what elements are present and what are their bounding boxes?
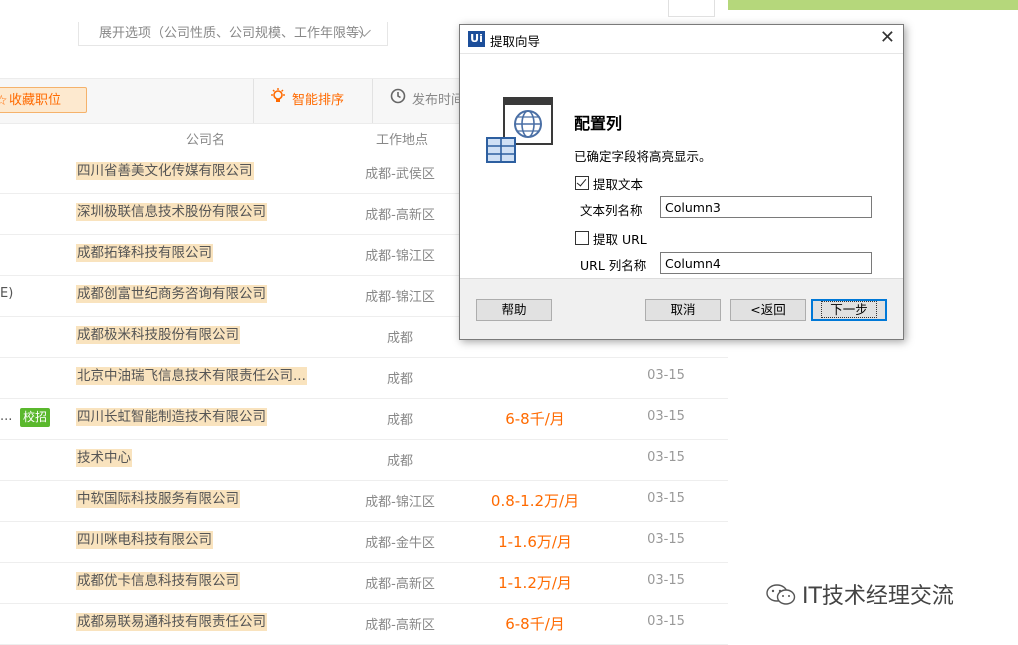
publish-date: 03-15 bbox=[647, 614, 685, 629]
company-name-link[interactable]: 成都创富世纪商务咨询有限公司 bbox=[76, 285, 267, 303]
table-row[interactable]: 四川咪电科技有限公司 成都-金牛区 1-1.6万/月 03-15 bbox=[0, 521, 728, 563]
extract-text-label: 提取文本 bbox=[593, 177, 644, 192]
help-button[interactable]: 帮助 bbox=[476, 299, 552, 321]
sort-publish-label: 发布时间 bbox=[412, 93, 465, 108]
extract-wizard-dialog: Ui 提取向导 ✕ 配置列 已确定字段将高亮显示。 提取文本 文本列名称 Col… bbox=[459, 24, 904, 340]
publish-date: 03-15 bbox=[647, 450, 685, 465]
job-salary: 6-8千/月 bbox=[505, 410, 565, 428]
dialog-subtitle: 已确定字段将高亮显示。 bbox=[574, 149, 712, 164]
publish-date: 03-15 bbox=[647, 532, 685, 547]
job-salary: 1-1.6万/月 bbox=[498, 533, 572, 551]
dialog-title: 提取向导 bbox=[490, 34, 541, 49]
back-button[interactable]: <返回 bbox=[730, 299, 806, 321]
top-strip-page bbox=[0, 0, 728, 10]
table-row[interactable]: ... 校招 四川长虹智能制造技术有限公司 成都 6-8千/月 03-15 bbox=[0, 398, 728, 440]
expand-options-label: 展开选项（公司性质、公司规模、工作年限等） bbox=[99, 26, 373, 41]
sort-publish-tab[interactable]: 发布时间 bbox=[390, 79, 464, 123]
close-icon[interactable]: ✕ bbox=[880, 28, 895, 48]
job-location: 成都-高新区 bbox=[365, 618, 435, 633]
next-button[interactable]: 下一步 bbox=[811, 299, 887, 321]
dialog-heading: 配置列 bbox=[574, 114, 623, 133]
job-location: 成都-锦江区 bbox=[365, 495, 435, 510]
job-location: 成都 bbox=[386, 372, 413, 387]
expand-options-toggle[interactable]: 展开选项（公司性质、公司规模、工作年限等） bbox=[78, 22, 388, 46]
publish-date: 03-15 bbox=[647, 409, 685, 424]
data-table-globe-icon bbox=[486, 96, 554, 180]
table-row[interactable]: 技术中心 成都 03-15 bbox=[0, 439, 728, 481]
publish-date: 03-15 bbox=[647, 491, 685, 506]
company-name-link[interactable]: 四川咪电科技有限公司 bbox=[76, 531, 213, 549]
job-salary: 6-8千/月 bbox=[505, 615, 565, 633]
table-row[interactable]: 北京中油瑞飞信息技术有限责任公司... 成都 03-15 bbox=[0, 357, 728, 399]
job-location: 成都-武侯区 bbox=[365, 167, 435, 182]
company-name-link[interactable]: 成都拓锋科技有限公司 bbox=[76, 244, 213, 262]
text-column-input[interactable] bbox=[660, 196, 872, 218]
job-location: 成都-高新区 bbox=[365, 208, 435, 223]
top-search-button[interactable] bbox=[668, 0, 715, 17]
extract-url-label: 提取 URL bbox=[593, 232, 647, 247]
truncated-job-title[interactable]: ... bbox=[0, 409, 12, 424]
company-name-link[interactable]: 北京中油瑞飞信息技术有限责任公司... bbox=[76, 367, 307, 385]
next-button-label: 下一步 bbox=[821, 301, 877, 318]
dialog-divider bbox=[460, 278, 903, 279]
dialog-body: 配置列 已确定字段将高亮显示。 提取文本 文本列名称 提取 URL URL 列名… bbox=[460, 54, 903, 278]
job-location: 成都-金牛区 bbox=[365, 536, 435, 551]
bulb-icon bbox=[270, 79, 286, 123]
company-name-link[interactable]: 深圳极联信息技术股份有限公司 bbox=[76, 203, 267, 221]
watermark-text: IT技术经理交流 bbox=[802, 584, 954, 609]
job-location: 成都-高新区 bbox=[365, 577, 435, 592]
truncated-job-title[interactable]: E) bbox=[0, 286, 13, 301]
favorite-jobs-label: 收藏职位 bbox=[9, 93, 62, 108]
watermark: IT技术经理交流 bbox=[766, 578, 954, 610]
url-column-label: URL 列名称 bbox=[580, 258, 647, 273]
company-name-link[interactable]: 四川省善美文化传媒有限公司 bbox=[76, 162, 254, 180]
wechat-icon bbox=[766, 584, 796, 606]
extract-text-checkbox[interactable] bbox=[575, 176, 589, 190]
job-salary: 1-1.2万/月 bbox=[498, 574, 572, 592]
table-row[interactable]: 成都优卡信息科技有限公司 成都-高新区 1-1.2万/月 03-15 bbox=[0, 562, 728, 604]
company-name-link[interactable]: 成都极米科技股份有限公司 bbox=[76, 326, 240, 344]
company-name-link[interactable]: 成都易联易通科技有限责任公司 bbox=[76, 613, 267, 631]
company-name-link[interactable]: 四川长虹智能制造技术有限公司 bbox=[76, 408, 267, 426]
text-column-label: 文本列名称 bbox=[580, 203, 643, 218]
column-company: 公司名 bbox=[186, 133, 226, 148]
job-location: 成都 bbox=[386, 413, 413, 428]
top-strip bbox=[0, 0, 1018, 10]
uipath-logo-icon: Ui bbox=[468, 31, 485, 47]
clock-icon bbox=[390, 79, 406, 123]
divider bbox=[372, 79, 373, 123]
favorite-jobs-button[interactable]: ☆ 收藏职位 bbox=[0, 87, 87, 113]
divider bbox=[253, 79, 254, 123]
company-name-link[interactable]: 成都优卡信息科技有限公司 bbox=[76, 572, 240, 590]
url-column-input[interactable] bbox=[660, 252, 872, 274]
publish-date: 03-15 bbox=[647, 573, 685, 588]
company-name-link[interactable]: 中软国际科技服务有限公司 bbox=[76, 490, 240, 508]
column-location: 工作地点 bbox=[376, 133, 429, 148]
job-location: 成都-锦江区 bbox=[365, 290, 435, 305]
table-row[interactable]: 中软国际科技服务有限公司 成都-锦江区 0.8-1.2万/月 03-15 bbox=[0, 480, 728, 522]
extract-url-checkbox[interactable] bbox=[575, 231, 589, 245]
job-location: 成都 bbox=[386, 454, 413, 469]
cancel-button[interactable]: 取消 bbox=[645, 299, 721, 321]
publish-date: 03-15 bbox=[647, 368, 685, 383]
sort-smart-label: 智能排序 bbox=[292, 93, 345, 108]
company-name-link[interactable]: 技术中心 bbox=[76, 449, 132, 467]
star-icon: ☆ bbox=[0, 93, 8, 109]
job-salary: 0.8-1.2万/月 bbox=[490, 492, 580, 510]
job-location: 成都 bbox=[386, 331, 413, 346]
dialog-titlebar[interactable]: Ui 提取向导 ✕ bbox=[460, 25, 903, 54]
job-location: 成都-锦江区 bbox=[365, 249, 435, 264]
table-row[interactable]: 成都易联易通科技有限责任公司 成都-高新区 6-8千/月 03-15 bbox=[0, 603, 728, 645]
campus-badge: 校招 bbox=[20, 408, 51, 427]
sort-smart-tab[interactable]: 智能排序 bbox=[270, 79, 344, 123]
